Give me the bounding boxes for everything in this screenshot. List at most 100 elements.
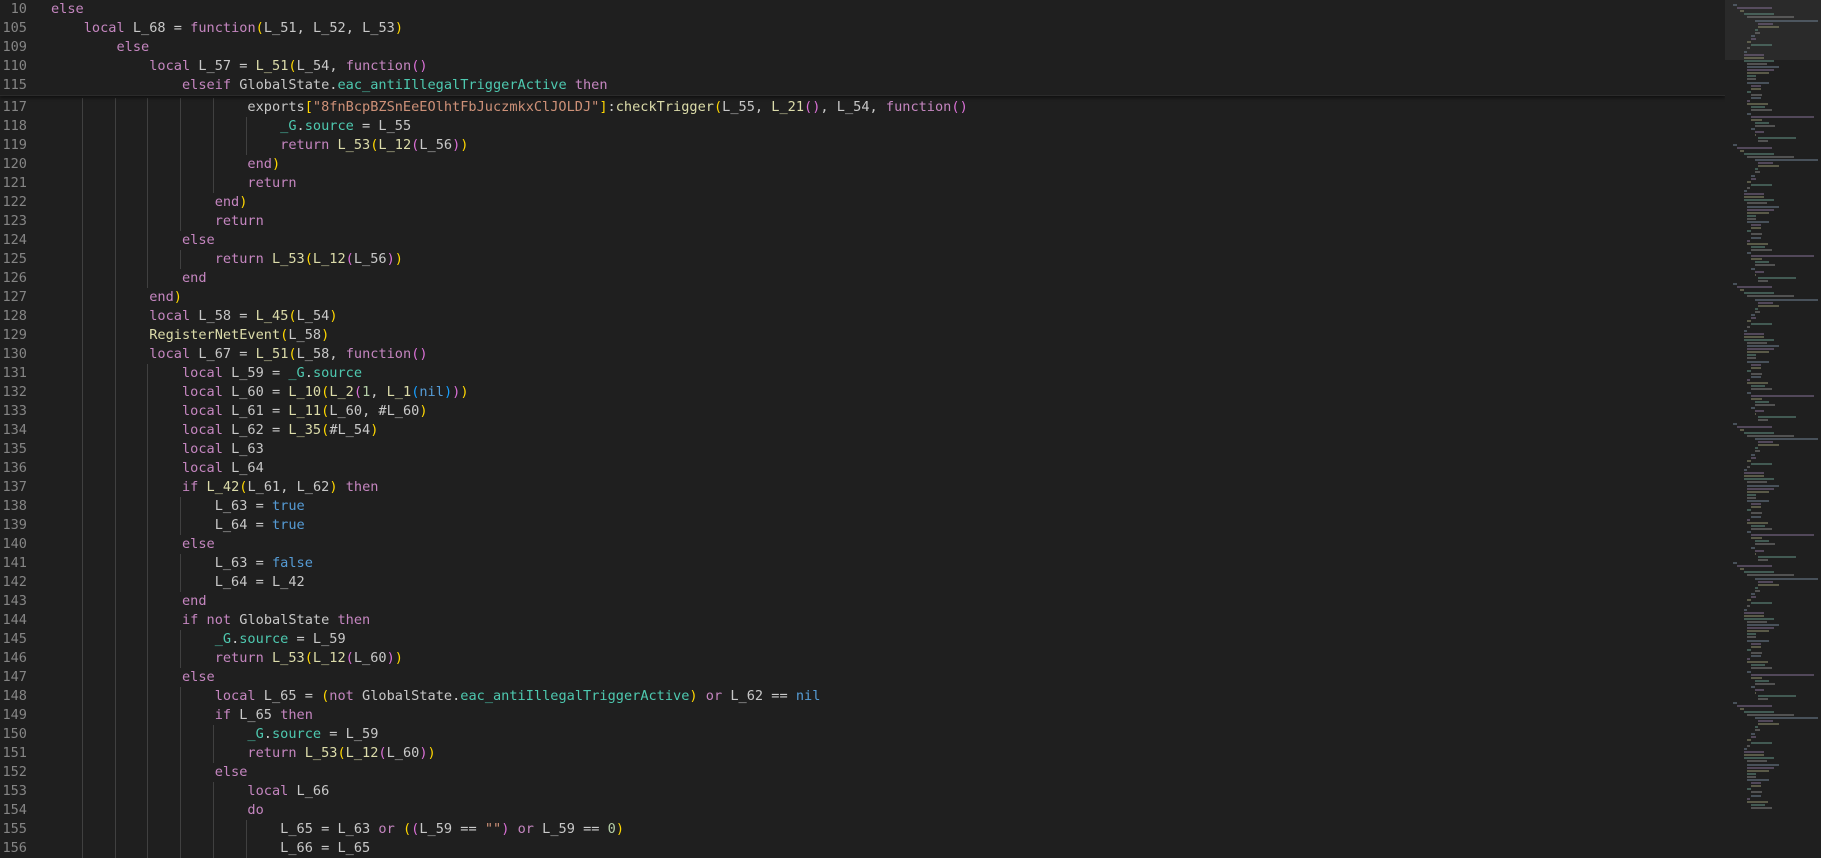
code-line[interactable]: 141 L_63 = false [0, 554, 1725, 573]
code-line[interactable]: 127 end) [0, 288, 1725, 307]
line-text[interactable]: else [51, 668, 215, 687]
code-line[interactable]: 154 do [0, 801, 1725, 820]
line-text[interactable]: local L_65 = (not GlobalState.eac_antiIl… [51, 687, 820, 706]
line-text[interactable]: local L_67 = L_51(L_58, function() [51, 345, 428, 364]
line-text[interactable]: _G.source = L_55 [51, 117, 411, 136]
line-text[interactable]: L_65 = L_63 or ((L_59 == "") or L_59 == … [51, 820, 624, 839]
code-line[interactable]: 147 else [0, 668, 1725, 687]
line-text[interactable]: else [51, 0, 84, 19]
code-line[interactable]: 122 end) [0, 193, 1725, 212]
code-line[interactable]: 126 end [0, 269, 1725, 288]
line-text[interactable]: else [51, 763, 247, 782]
minimap-line [1747, 713, 1795, 716]
code-line[interactable]: 133 local L_61 = L_11(L_60, #L_60) [0, 402, 1725, 421]
indent-guide [114, 763, 116, 782]
line-text[interactable]: if L_42(L_61, L_62) then [51, 478, 378, 497]
line-text[interactable]: elseif GlobalState.eac_antiIllegalTrigge… [51, 76, 608, 95]
line-text[interactable]: local L_59 = _G.source [51, 364, 362, 383]
line-text[interactable]: local L_64 [51, 459, 264, 478]
line-text[interactable]: if L_65 then [51, 706, 313, 725]
line-text[interactable]: _G.source = L_59 [51, 725, 378, 744]
code-line[interactable]: 132 local L_60 = L_10(L_2(1, L_1(nil))) [0, 383, 1725, 402]
line-text[interactable]: return L_53(L_12(L_56)) [51, 250, 403, 269]
line-text[interactable]: else [51, 231, 215, 250]
line-text[interactable]: if not GlobalState then [51, 611, 370, 630]
line-text[interactable]: L_64 = true [51, 516, 305, 535]
line-text[interactable]: local L_58 = L_45(L_54) [51, 307, 338, 326]
sticky-line[interactable]: 10 else [0, 0, 1725, 19]
sticky-line[interactable]: 109 else [0, 38, 1725, 57]
code-line[interactable]: 146 return L_53(L_12(L_60)) [0, 649, 1725, 668]
line-text[interactable]: local L_62 = L_35(#L_54) [51, 421, 378, 440]
minimap-line [1751, 267, 1755, 270]
line-text[interactable]: end) [51, 155, 280, 174]
line-text[interactable]: return L_53(L_12(L_56)) [51, 136, 468, 155]
minimap[interactable] [1725, 0, 1821, 858]
line-text[interactable]: L_63 = true [51, 497, 305, 516]
line-text[interactable]: else [51, 38, 149, 57]
line-text[interactable]: L_64 = L_42 [51, 573, 305, 592]
code-line[interactable]: 121 return [0, 174, 1725, 193]
code-line[interactable]: 128 local L_58 = L_45(L_54) [0, 307, 1725, 326]
line-text[interactable]: end [51, 269, 207, 288]
line-text[interactable]: return L_53(L_12(L_60)) [51, 744, 436, 763]
sticky-line[interactable]: 110 local L_57 = L_51(L_54, function() [0, 57, 1725, 76]
code-line[interactable]: 135 local L_63 [0, 440, 1725, 459]
code-line[interactable]: 137 if L_42(L_61, L_62) then [0, 478, 1725, 497]
sticky-scroll-header[interactable]: 10 else 105 local L_68 = function(L_51, L_… [0, 0, 1725, 96]
minimap-line [1751, 224, 1761, 227]
line-number: 144 [2, 612, 27, 628]
line-text[interactable]: local L_66 [51, 782, 329, 801]
code-line[interactable]: 118 _G.source = L_55 [0, 117, 1725, 136]
line-text[interactable]: local L_61 = L_11(L_60, #L_60) [51, 402, 428, 421]
code-line[interactable]: 148 local L_65 = (not GlobalState.eac_an… [0, 687, 1725, 706]
code-line[interactable]: 130 local L_67 = L_51(L_58, function() [0, 345, 1725, 364]
line-text[interactable]: else [51, 535, 215, 554]
line-text[interactable]: return [51, 212, 264, 231]
code-line[interactable]: 142 L_64 = L_42 [0, 573, 1725, 592]
code-line[interactable]: 145 _G.source = L_59 [0, 630, 1725, 649]
line-text[interactable]: return [51, 174, 297, 193]
code-line[interactable]: 136 local L_64 [0, 459, 1725, 478]
sticky-line[interactable]: 115 elseif GlobalState.eac_antiIllegalTr… [0, 76, 1725, 95]
line-text[interactable]: do [51, 801, 264, 820]
code-line[interactable]: 119 return L_53(L_12(L_56)) [0, 136, 1725, 155]
code-line[interactable]: 151 return L_53(L_12(L_60)) [0, 744, 1725, 763]
line-number: 135 [2, 441, 27, 457]
line-text[interactable]: local L_57 = L_51(L_54, function() [51, 57, 427, 76]
line-text[interactable]: local L_63 [51, 440, 264, 459]
line-text[interactable]: end) [51, 288, 182, 307]
code-line[interactable]: 140 else [0, 535, 1725, 554]
line-text[interactable]: exports["8fnBcpBZSnEeEOlhtFbJuczmkxClJOL… [51, 98, 968, 117]
code-line[interactable]: 155 L_65 = L_63 or ((L_59 == "") or L_59… [0, 820, 1725, 839]
code-line[interactable]: 134 local L_62 = L_35(#L_54) [0, 421, 1725, 440]
code-line[interactable]: 125 return L_53(L_12(L_56)) [0, 250, 1725, 269]
line-text[interactable]: RegisterNetEvent(L_58) [51, 326, 329, 345]
code-line[interactable]: 131 local L_59 = _G.source [0, 364, 1725, 383]
sticky-line[interactable]: 105 local L_68 = function(L_51, L_52, L_… [0, 19, 1725, 38]
line-text[interactable]: return L_53(L_12(L_60)) [51, 649, 403, 668]
line-text[interactable]: L_66 = L_65 [51, 839, 370, 858]
line-text[interactable]: local L_68 = function(L_51, L_52, L_53) [51, 19, 403, 38]
code-lines[interactable]: 117 exports["8fnBcpBZSnEeEOlhtFbJuczmkxC… [0, 98, 1725, 858]
code-line[interactable]: 124 else [0, 231, 1725, 250]
code-line[interactable]: 153 local L_66 [0, 782, 1725, 801]
code-line[interactable]: 150 _G.source = L_59 [0, 725, 1725, 744]
code-line[interactable]: 120 end) [0, 155, 1725, 174]
code-line[interactable]: 143 end [0, 592, 1725, 611]
line-text[interactable]: local L_60 = L_10(L_2(1, L_1(nil))) [51, 383, 469, 402]
line-text[interactable]: end) [51, 193, 247, 212]
code-line[interactable]: 138 L_63 = true [0, 497, 1725, 516]
line-text[interactable]: L_63 = false [51, 554, 313, 573]
code-line[interactable]: 144 if not GlobalState then [0, 611, 1725, 630]
code-editor[interactable]: 10 else 105 local L_68 = function(L_51, L_… [0, 0, 1725, 858]
code-line[interactable]: 123 return [0, 212, 1725, 231]
line-text[interactable]: end [51, 592, 207, 611]
code-line[interactable]: 152 else [0, 763, 1725, 782]
code-line[interactable]: 156 L_66 = L_65 [0, 839, 1725, 858]
code-line[interactable]: 117 exports["8fnBcpBZSnEeEOlhtFbJuczmkxC… [0, 98, 1725, 117]
code-line[interactable]: 149 if L_65 then [0, 706, 1725, 725]
line-text[interactable]: _G.source = L_59 [51, 630, 346, 649]
code-line[interactable]: 129 RegisterNetEvent(L_58) [0, 326, 1725, 345]
code-line[interactable]: 139 L_64 = true [0, 516, 1725, 535]
